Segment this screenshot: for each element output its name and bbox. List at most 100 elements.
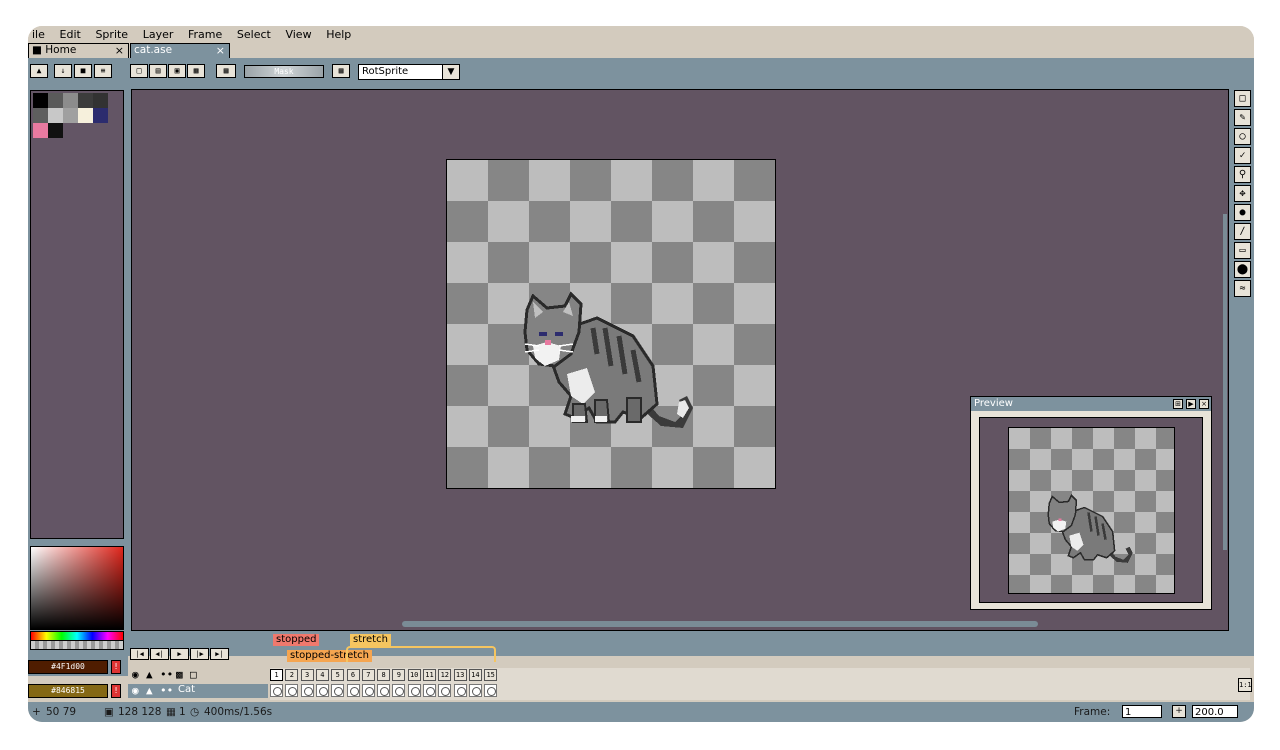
warning-icon[interactable]: ! <box>111 684 121 698</box>
selection-add-icon[interactable]: ▤ <box>149 64 167 78</box>
pivot-icon[interactable]: ▦ <box>332 64 350 78</box>
ellipse-icon[interactable]: ⬤ <box>1234 261 1251 278</box>
zoom-field[interactable]: 200.0 <box>1192 705 1238 718</box>
palette-swatch[interactable] <box>93 108 108 123</box>
move-icon[interactable]: ✥ <box>1234 185 1251 202</box>
menu-file[interactable]: ile <box>32 26 45 43</box>
download-icon[interactable]: ↓ <box>54 64 72 78</box>
cel[interactable] <box>331 684 345 697</box>
palette-swatch[interactable] <box>48 108 63 123</box>
background-color-button[interactable]: #846815 <box>28 684 108 698</box>
tag-stopped[interactable]: stopped <box>273 634 320 646</box>
close-icon[interactable]: × <box>115 44 124 57</box>
menu-sprite[interactable]: Sprite <box>95 26 128 43</box>
palette-swatch[interactable] <box>78 108 93 123</box>
cel[interactable] <box>468 684 482 697</box>
continuous-icon[interactable]: •• <box>160 668 173 681</box>
frame-header[interactable]: 6 <box>346 669 360 681</box>
cel[interactable] <box>407 684 421 697</box>
transparent-color-icon[interactable]: ▦ <box>216 64 236 78</box>
frame-header[interactable]: 7 <box>361 669 375 681</box>
zoom-icon[interactable]: ⚲ <box>1234 166 1251 183</box>
frame-header[interactable]: 3 <box>300 669 314 681</box>
selection-intersect-icon[interactable]: ▩ <box>187 64 205 78</box>
lock-icon[interactable]: ▲ <box>146 668 153 681</box>
play-icon[interactable]: ▶ <box>170 648 189 660</box>
palette-swatch[interactable] <box>33 123 48 138</box>
menu-edit[interactable]: Edit <box>60 26 81 43</box>
cel[interactable] <box>346 684 360 697</box>
eye-icon[interactable]: ◉ <box>132 684 139 697</box>
tag-stretch[interactable]: stretch <box>350 634 391 646</box>
resize-algorithm-select[interactable]: RotSprite ▼ <box>358 64 460 80</box>
zoom-reset-button[interactable]: 1:1 <box>1238 678 1252 692</box>
frame-header[interactable]: 5 <box>331 669 345 681</box>
last-frame-icon[interactable]: ▶| <box>210 648 229 660</box>
mask-slider[interactable]: Mask <box>244 65 324 78</box>
eyedropper-icon[interactable]: ✓ <box>1234 147 1251 164</box>
frame-header[interactable]: 10 <box>407 669 421 681</box>
line-icon[interactable]: ∕ <box>1234 223 1251 240</box>
blur-icon[interactable]: ≈ <box>1234 280 1251 297</box>
play-icon[interactable]: ▶ <box>1186 399 1196 409</box>
warning-icon[interactable]: ! <box>111 660 121 674</box>
rectangular-marquee-icon[interactable]: □ <box>1234 90 1251 107</box>
frame-header[interactable]: 1 <box>270 669 283 681</box>
stop-icon[interactable]: ■ <box>74 64 92 78</box>
cel[interactable] <box>285 684 299 697</box>
palette-swatch[interactable] <box>93 93 108 108</box>
center-icon[interactable]: ⊞ <box>1173 399 1183 409</box>
rectangle-icon[interactable]: ▭ <box>1234 242 1251 259</box>
cel[interactable] <box>377 684 391 697</box>
frame-header[interactable]: 8 <box>377 669 391 681</box>
chevron-down-icon[interactable]: ▼ <box>442 64 460 80</box>
selection-replace-icon[interactable]: □ <box>130 64 148 78</box>
pencil-icon[interactable]: ✎ <box>1234 109 1251 126</box>
color-spectrum[interactable] <box>30 546 124 630</box>
menu-frame[interactable]: Frame <box>188 26 222 43</box>
lock-icon[interactable]: ▲ <box>146 684 153 697</box>
paint-bucket-icon[interactable]: ● <box>1234 204 1251 221</box>
frame-header[interactable]: 12 <box>438 669 452 681</box>
cel[interactable] <box>453 684 467 697</box>
previous-frame-icon[interactable]: ◀| <box>150 648 169 660</box>
frame-header[interactable]: 11 <box>423 669 436 681</box>
preview-titlebar[interactable]: Preview ⊞ ▶ × <box>971 397 1211 411</box>
cel[interactable] <box>423 684 436 697</box>
cel[interactable] <box>438 684 452 697</box>
canvas-viewport[interactable]: Preview ⊞ ▶ × <box>131 89 1229 631</box>
cel[interactable] <box>484 684 498 697</box>
horizontal-scrollbar[interactable] <box>402 621 1038 627</box>
palette-swatch[interactable] <box>33 93 48 108</box>
layer-link-icon[interactable]: ▩ <box>176 668 183 681</box>
layer-row-cat[interactable]: ◉ ▲ •• Cat <box>128 684 268 698</box>
alpha-slider[interactable] <box>30 640 124 650</box>
sprite-canvas[interactable] <box>446 159 776 489</box>
menu-view[interactable]: View <box>285 26 311 43</box>
foreground-color-button[interactable]: #4F1d00 <box>28 660 108 674</box>
eye-icon[interactable]: ◉ <box>132 668 139 681</box>
first-frame-icon[interactable]: |◀ <box>130 648 149 660</box>
frame-field[interactable]: 1 <box>1122 705 1162 718</box>
menu-icon[interactable]: ≡ <box>94 64 112 78</box>
add-frame-icon[interactable]: + <box>1172 705 1186 718</box>
vertical-scrollbar[interactable] <box>1223 214 1227 550</box>
selection-subtract-icon[interactable]: ▣ <box>168 64 186 78</box>
preview-window[interactable]: Preview ⊞ ▶ × <box>970 396 1212 610</box>
cel[interactable] <box>315 684 329 697</box>
palette-swatch[interactable] <box>63 93 78 108</box>
frame-header[interactable]: 15 <box>484 669 498 681</box>
new-layer-icon[interactable]: □ <box>190 668 197 681</box>
palette-swatch[interactable] <box>33 108 48 123</box>
lock-icon[interactable]: ▲ <box>30 64 48 78</box>
cel[interactable] <box>270 684 283 697</box>
menu-help[interactable]: Help <box>326 26 351 43</box>
cel[interactable] <box>361 684 375 697</box>
frame-header[interactable]: 14 <box>468 669 482 681</box>
cel[interactable] <box>300 684 314 697</box>
close-icon[interactable]: × <box>216 44 225 57</box>
cel[interactable] <box>392 684 406 697</box>
palette-swatch[interactable] <box>78 93 93 108</box>
frame-header[interactable]: 13 <box>453 669 467 681</box>
palette-swatch[interactable] <box>48 93 63 108</box>
